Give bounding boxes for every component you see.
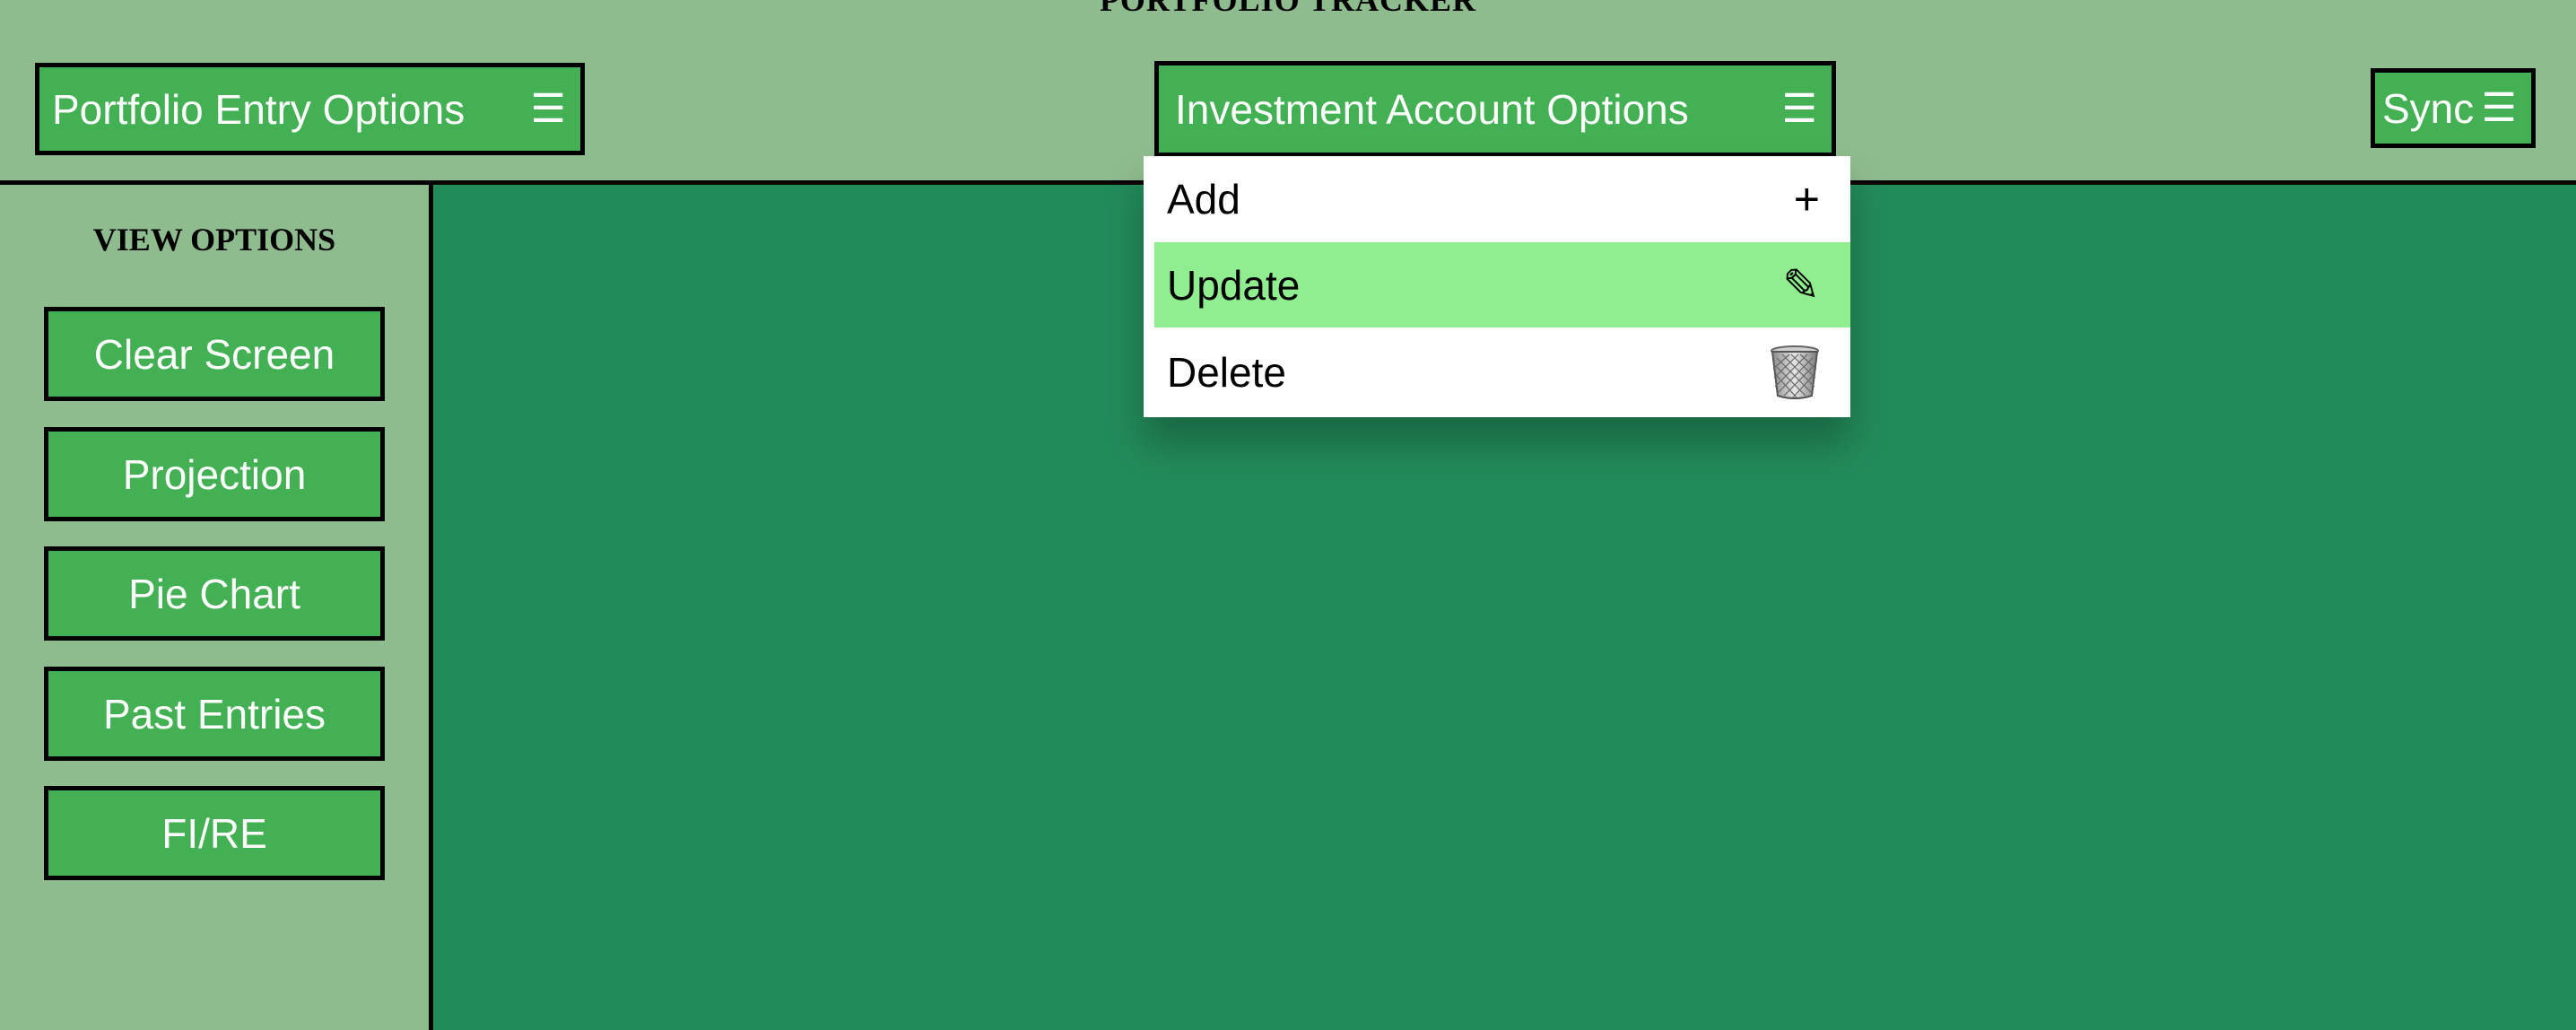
hamburger-icon: ☰ <box>2481 85 2517 130</box>
portfolio-entry-options-button[interactable]: Portfolio Entry Options ☰ <box>35 63 585 155</box>
portfolio-entry-options-label: Portfolio Entry Options <box>52 85 466 133</box>
pie-chart-button[interactable]: Pie Chart <box>44 546 385 641</box>
dropdown-item-update[interactable]: Update ✎ <box>1154 242 1850 327</box>
investment-account-options-label: Investment Account Options <box>1175 85 1689 133</box>
account-options-dropdown: Add + Update ✎ Delete <box>1144 156 1850 417</box>
hamburger-icon: ☰ <box>1781 86 1817 131</box>
projection-button[interactable]: Projection <box>44 427 385 521</box>
past-entries-button[interactable]: Past Entries <box>44 667 385 761</box>
dropdown-item-label: Delete <box>1167 349 1286 396</box>
fire-button[interactable]: FI/RE <box>44 786 385 880</box>
plus-icon: + <box>1793 174 1820 224</box>
app-title: PORTFOLIO TRACKER <box>1099 0 1477 18</box>
dropdown-item-add[interactable]: Add + <box>1144 156 1850 242</box>
investment-account-options-button[interactable]: Investment Account Options ☰ <box>1154 61 1836 157</box>
sidebar-title: VIEW OPTIONS <box>92 222 336 258</box>
sync-label: Sync <box>2382 84 2475 132</box>
sidebar: VIEW OPTIONS Clear Screen Projection Pie… <box>0 185 433 1030</box>
sync-button[interactable]: Sync ☰ <box>2371 68 2536 148</box>
dropdown-item-label: Update <box>1167 261 1301 309</box>
clear-screen-button[interactable]: Clear Screen <box>44 307 385 401</box>
pencil-icon: ✎ <box>1782 259 1820 310</box>
hamburger-icon: ☰ <box>530 86 566 131</box>
trash-icon <box>1770 345 1820 399</box>
dropdown-item-delete[interactable]: Delete <box>1144 327 1850 417</box>
dropdown-item-label: Add <box>1167 176 1240 223</box>
